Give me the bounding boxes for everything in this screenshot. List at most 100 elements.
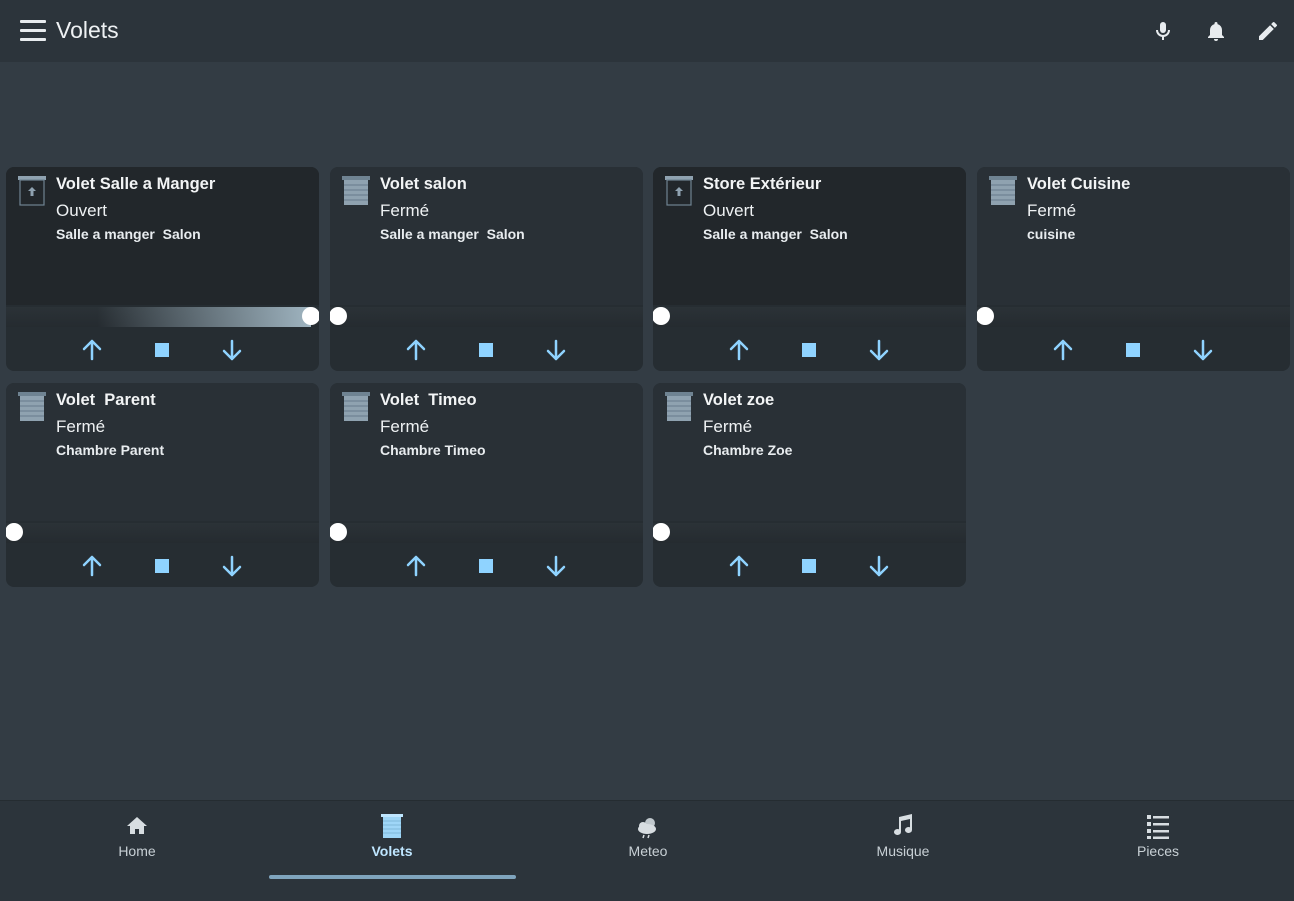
shutter-name: Volet Timeo [380,391,477,409]
position-slider[interactable] [330,521,643,545]
card-info[interactable]: Volet Timeo Fermé Chambre Timeo [330,383,643,521]
stop-icon[interactable] [473,553,499,579]
nav-item-meteo[interactable]: Meteo [588,811,708,867]
shutter-open-icon[interactable] [663,175,695,207]
shutter-card: Volet zoe Fermé Chambre Zoe [653,383,966,587]
card-info[interactable]: Volet Parent Fermé Chambre Parent [6,383,319,521]
card-info[interactable]: Volet zoe Fermé Chambre Zoe [653,383,966,521]
shutter-room: cuisine [1027,226,1076,242]
arrow-down-icon[interactable] [866,337,892,363]
position-slider[interactable] [653,305,966,329]
position-slider[interactable] [653,521,966,545]
card-info[interactable]: Store Extérieur Ouvert Salle a manger Salo… [653,167,966,305]
page-title: Volets [56,17,119,43]
stop-icon[interactable] [796,337,822,363]
shutter-room: Chambre Timeo [380,442,486,458]
shutter-card: Volet Cuisine Fermé cuisine [977,167,1290,371]
shutter-closed-icon[interactable] [663,391,695,423]
shutter-controls [6,545,319,587]
nav-item-musique[interactable]: Musique [843,811,963,867]
position-slider[interactable] [6,305,319,329]
shutter-name: Volet Parent [56,391,156,409]
active-tab-indicator [269,875,516,879]
shutter-card: Volet Timeo Fermé Chambre Timeo [330,383,643,587]
shutter-closed-icon[interactable] [340,391,372,423]
shutter-controls [653,545,966,587]
slider-track [330,307,643,327]
stop-icon[interactable] [473,337,499,363]
stop-icon[interactable] [796,553,822,579]
shutter-name: Store Extérieur [703,175,822,193]
position-slider[interactable] [977,305,1290,329]
nav-item-volets[interactable]: Volets [332,811,452,867]
nav-label-meteo: Meteo [628,843,668,859]
arrow-up-icon[interactable] [403,553,429,579]
stop-icon[interactable] [149,337,175,363]
arrow-up-icon[interactable] [79,553,105,579]
shutter-controls [330,329,643,371]
shutter-name: Volet Salle a Manger [56,175,216,193]
arrow-down-icon[interactable] [543,553,569,579]
position-slider[interactable] [6,521,319,545]
shutter-state: Ouvert [703,201,755,220]
shutter-controls [653,329,966,371]
home-icon [127,817,147,834]
shutter-room: Chambre Zoe [703,442,793,458]
shutter-room: Salle a manger Salon [703,226,848,242]
card-info[interactable]: Volet Salle a Manger Ouvert Salle a manger… [6,167,319,305]
arrow-up-icon[interactable] [726,553,752,579]
top-app-bar: Volets [0,0,1294,62]
arrow-up-icon[interactable] [79,337,105,363]
nav-item-home[interactable]: Home [77,811,197,867]
shutter-room: Salle a manger Salon [380,226,525,242]
arrow-up-icon[interactable] [726,337,752,363]
stop-icon[interactable] [1120,337,1146,363]
nav-label-pieces: Pieces [1136,843,1180,859]
arrow-down-icon[interactable] [866,553,892,579]
shutter-card: Store Extérieur Ouvert Salle a manger Salo… [653,167,966,371]
shutter-closed-icon[interactable] [987,175,1019,207]
shutter-room: Salle a manger Salon [56,226,201,242]
shutter-state: Fermé [1027,201,1077,220]
nav-item-pieces[interactable]: Pieces [1098,811,1218,867]
shutter-state: Fermé [56,417,106,436]
slider-knob[interactable] [302,307,319,325]
shutter-name: Volet salon [380,175,467,193]
arrow-up-icon[interactable] [403,337,429,363]
shutter-card: Volet salon Fermé Salle a manger Salon [330,167,643,371]
position-slider[interactable] [330,305,643,329]
nav-label-home: Home [118,843,156,859]
list-icon [1147,815,1169,839]
shutter-room: Chambre Parent [56,442,165,458]
pencil-icon[interactable] [1256,18,1280,44]
shutter-controls [6,329,319,371]
arrow-down-icon[interactable] [219,553,245,579]
slider-track [653,523,966,543]
shutter-name: Volet Cuisine [1027,175,1131,193]
slider-track [330,523,643,543]
shutter-state: Fermé [380,417,430,436]
card-info[interactable]: Volet salon Fermé Salle a manger Salon [330,167,643,305]
shutter-closed-icon[interactable] [340,175,372,207]
shutter-open-icon[interactable] [16,175,48,207]
shutter-controls [977,329,1290,371]
shutter-closed-icon[interactable] [16,391,48,423]
shutter-name: Volet zoe [703,391,775,409]
arrow-up-icon[interactable] [1050,337,1076,363]
weather-icon [638,818,656,839]
nav-label-volets: Volets [371,843,413,859]
slider-track [6,523,319,543]
shutter-card: Volet Salle a Manger Ouvert Salle a manger… [6,167,319,371]
arrow-down-icon[interactable] [543,337,569,363]
slider-track [977,307,1290,327]
card-info[interactable]: Volet Cuisine Fermé cuisine [977,167,1290,305]
slider-track [653,307,966,327]
bell-icon[interactable] [1204,18,1228,44]
blinds-icon [381,814,403,838]
stop-icon[interactable] [149,553,175,579]
arrow-down-icon[interactable] [1190,337,1216,363]
menu-icon[interactable] [20,20,46,42]
shutter-card: Volet Parent Fermé Chambre Parent [6,383,319,587]
microphone-icon[interactable] [1151,18,1175,44]
arrow-down-icon[interactable] [219,337,245,363]
